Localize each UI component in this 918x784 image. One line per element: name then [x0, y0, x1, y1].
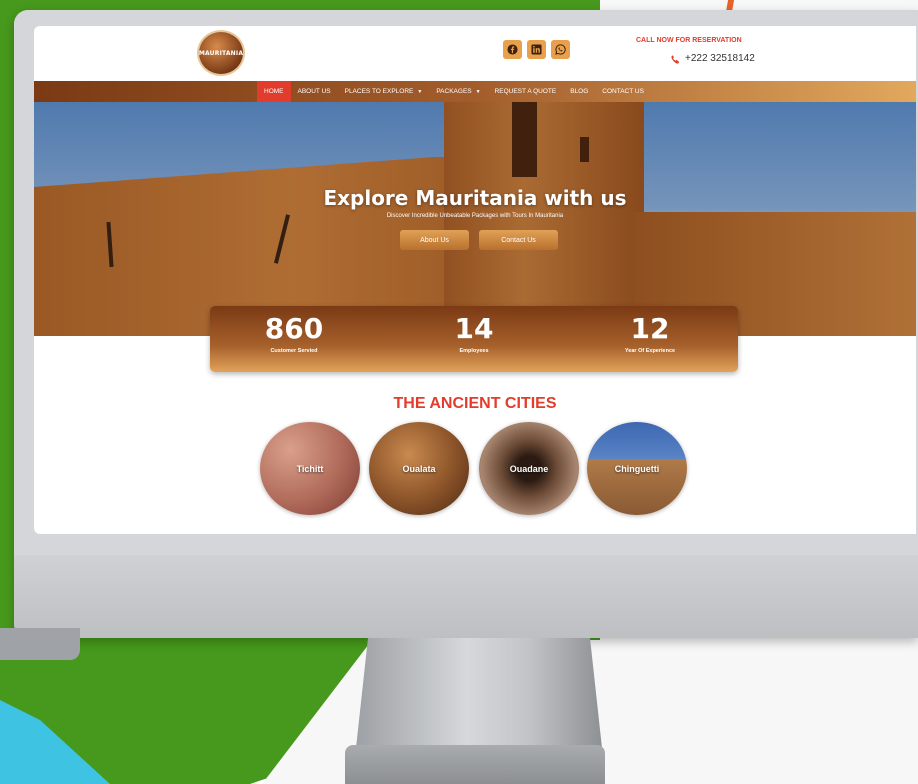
ancient-cities-title: THE ANCIENT CITIES	[393, 395, 557, 412]
nav-item-quote[interactable]: REQUEST A QUOTE	[488, 81, 564, 102]
nav-item-contact[interactable]: CONTACT US	[595, 81, 651, 102]
hero-title: Explore Mauritania with us	[323, 186, 627, 210]
facebook-icon[interactable]	[503, 40, 522, 59]
social-links	[503, 40, 570, 59]
city-card-tichitt[interactable]: Tichitt	[260, 422, 360, 515]
stat-label: Year Of Experience	[624, 348, 676, 354]
city-card-chinguetti[interactable]: Chinguetti	[587, 422, 687, 515]
city-label: Chinguetti	[614, 463, 660, 474]
about-us-button[interactable]: About Us	[400, 230, 469, 250]
city-label: Oualata	[402, 463, 436, 474]
nav-item-about[interactable]: ABOUT US	[291, 81, 338, 102]
stat-customers: 860 Customer Servied	[234, 312, 354, 354]
nav-label: BLOG	[570, 88, 589, 95]
call-label: CALL NOW FOR RESERVATION	[636, 37, 742, 44]
stat-label: Customer Servied	[270, 348, 318, 354]
stats-bar: 860 Customer Servied 14 Employees 12 Yea…	[210, 306, 738, 372]
website-screen: MAURITANIA CALL NOW FOR RESERVATION +222…	[34, 26, 916, 534]
linkedin-icon[interactable]	[527, 40, 546, 59]
stat-label: Employees	[459, 348, 489, 354]
main-nav: HOME ABOUT US PLACES TO EXPLORE ▼ PACKAGE…	[34, 81, 916, 102]
nav-label: ABOUT US	[297, 88, 331, 95]
stat-value: 14	[454, 312, 494, 345]
stat-value: 12	[630, 312, 670, 345]
nav-item-blog[interactable]: BLOG	[563, 81, 595, 102]
nav-label: PACKAGES	[436, 88, 472, 95]
site-logo[interactable]: MAURITANIA	[197, 30, 245, 76]
monitor-stand-base	[345, 745, 605, 784]
logo-text: MAURITANIA	[198, 49, 244, 57]
monitor-chin	[14, 555, 918, 638]
nav-label: HOME	[264, 88, 284, 95]
city-card-ouadane[interactable]: Ouadane	[479, 422, 579, 515]
monitor-side-ledge	[0, 628, 80, 660]
nav-label: REQUEST A QUOTE	[494, 88, 557, 95]
nav-label: CONTACT US	[602, 88, 644, 95]
stat-experience: 12 Year Of Experience	[590, 312, 710, 354]
city-card-oualata[interactable]: Oualata	[369, 422, 469, 515]
nav-item-home[interactable]: HOME	[257, 81, 291, 102]
stat-employees: 14 Employees	[414, 312, 534, 354]
phone-number: +222 32518142	[685, 53, 755, 64]
hero-overlay	[34, 102, 916, 336]
hero-subtitle: Discover Incredible Unbeatable Packages …	[386, 213, 564, 219]
hero-banner: Explore Mauritania with us Discover Incr…	[34, 102, 916, 336]
phone-contact[interactable]: +222 32518142	[670, 53, 755, 64]
monitor-stand	[356, 638, 602, 748]
chevron-down-icon: ▼	[417, 88, 423, 95]
stat-value: 860	[264, 312, 324, 345]
nav-label: PLACES TO EXPLORE	[344, 88, 414, 95]
city-label: Tichitt	[296, 463, 324, 474]
site-header: MAURITANIA CALL NOW FOR RESERVATION +222…	[34, 26, 916, 81]
whatsapp-icon[interactable]	[551, 40, 570, 59]
contact-us-button[interactable]: Contact Us	[479, 230, 558, 250]
nav-item-packages[interactable]: PACKAGES ▼	[429, 81, 487, 102]
city-label: Ouadane	[509, 463, 549, 474]
nav-item-places[interactable]: PLACES TO EXPLORE ▼	[338, 81, 430, 102]
chevron-down-icon: ▼	[475, 88, 481, 95]
phone-icon	[671, 54, 680, 64]
